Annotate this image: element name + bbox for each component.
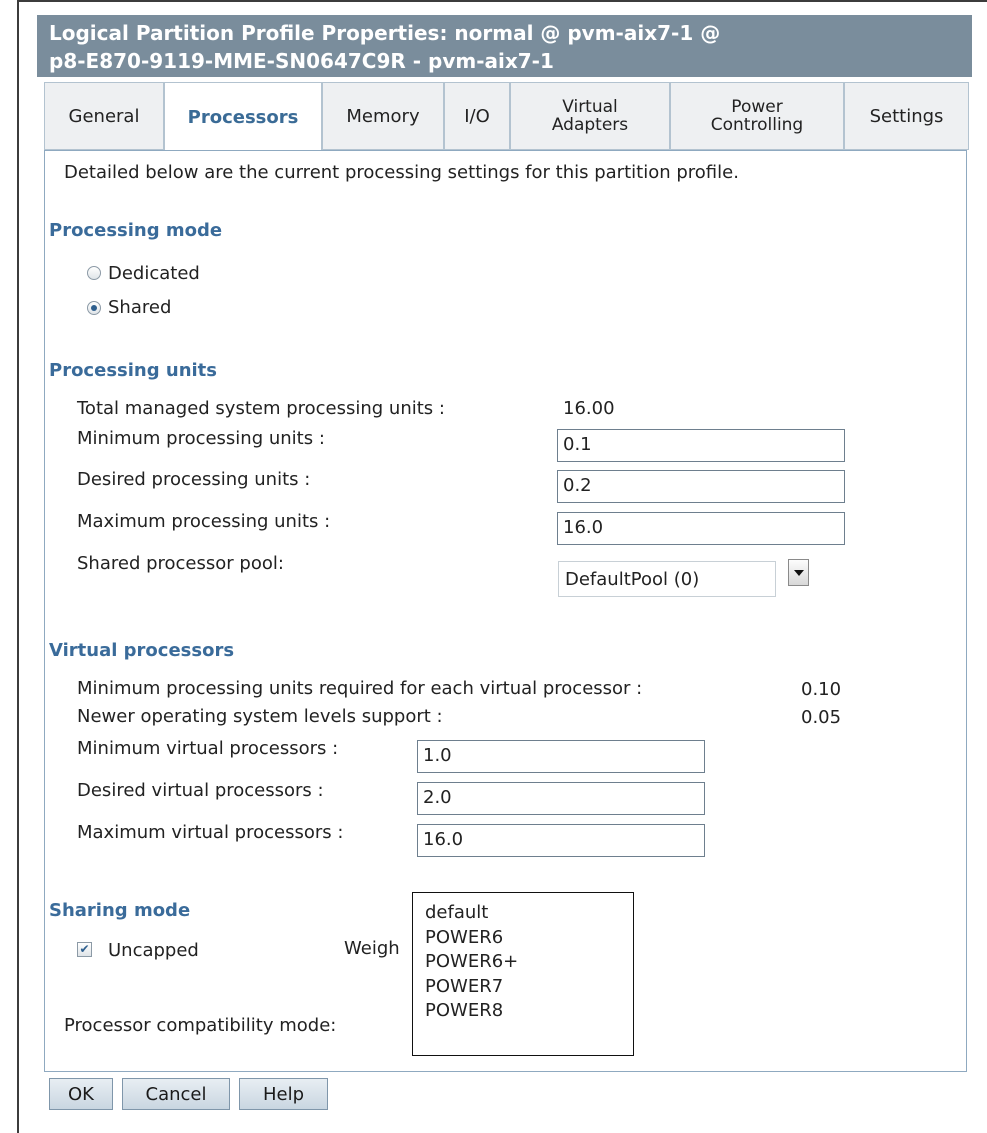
minimum-processing-units-label: Minimum processing units : — [77, 428, 325, 449]
processing-units-heading: Processing units — [49, 360, 217, 381]
tab-memory[interactable]: Memory — [322, 82, 444, 150]
min-units-per-vp-value: 0.10 — [801, 679, 842, 700]
min-units-per-vp-label: Minimum processing units required for ea… — [77, 678, 643, 699]
tab-strip: General Processors Memory I/O Virtual Ad… — [44, 82, 969, 152]
maximum-processing-units-label: Maximum processing units : — [77, 511, 331, 532]
total-processing-units-label: Total managed system processing units : — [77, 398, 445, 419]
tab-power-controlling-label-1: Power — [731, 97, 783, 117]
compatibility-option-default[interactable]: default — [425, 901, 633, 926]
tab-io-label: I/O — [464, 105, 490, 127]
dedicated-label: Dedicated — [108, 263, 200, 284]
virtual-processors-heading: Virtual processors — [49, 640, 235, 661]
minimum-virtual-processors-label: Minimum virtual processors : — [77, 738, 339, 759]
shared-radio[interactable] — [87, 301, 101, 315]
tab-power-controlling-label-2: Controlling — [710, 115, 804, 135]
dialog-title-line-1: Logical Partition Profile Properties: no… — [49, 21, 721, 45]
compatibility-option-power6-plus[interactable]: POWER6+ — [425, 950, 633, 975]
processing-mode-heading: Processing mode — [49, 220, 223, 241]
desired-processing-units-input[interactable]: 0.2 — [557, 470, 845, 503]
window-left-border — [17, 0, 19, 1133]
newer-os-support-value: 0.05 — [801, 707, 842, 728]
maximum-virtual-processors-label: Maximum virtual processors : — [77, 822, 344, 843]
processor-compatibility-mode-label: Processor compatibility mode: — [64, 1015, 337, 1036]
tab-general-label: General — [68, 105, 140, 127]
minimum-virtual-processors-input[interactable]: 1.0 — [417, 740, 705, 773]
desired-virtual-processors-input[interactable]: 2.0 — [417, 782, 705, 815]
tab-virtual-adapters[interactable]: Virtual Adapters — [510, 82, 670, 150]
tab-io[interactable]: I/O — [444, 82, 510, 150]
tab-virtual-adapters-label-2: Adapters — [551, 115, 629, 135]
chevron-down-icon[interactable] — [788, 559, 809, 586]
tab-power-controlling[interactable]: Power Controlling — [670, 82, 844, 150]
sharing-mode-heading: Sharing mode — [49, 900, 191, 921]
tab-settings[interactable]: Settings — [844, 82, 969, 150]
shared-processor-pool-select[interactable]: DefaultPool (0) — [558, 561, 776, 597]
shared-processor-pool-label: Shared processor pool: — [77, 553, 284, 574]
help-button[interactable]: Help — [239, 1078, 328, 1110]
desired-virtual-processors-label: Desired virtual processors : — [77, 780, 324, 801]
uncapped-label: Uncapped — [108, 940, 199, 961]
cancel-button[interactable]: Cancel — [122, 1078, 230, 1110]
total-processing-units-value: 16.00 — [563, 398, 615, 419]
compatibility-option-power7[interactable]: POWER7 — [425, 975, 633, 1000]
maximum-processing-units-input[interactable]: 16.0 — [557, 512, 845, 545]
minimum-processing-units-input[interactable]: 0.1 — [557, 429, 845, 462]
processor-compatibility-dropdown-list: default POWER6 POWER6+ POWER7 POWER8 — [412, 892, 634, 1056]
tab-memory-label: Memory — [346, 105, 420, 127]
dialog-title-line-2: p8-E870-9119-MME-SN0647C9R - pvm-aix7-1 — [49, 49, 554, 73]
shared-label: Shared — [108, 297, 172, 318]
dialog-title-bar: Logical Partition Profile Properties: no… — [37, 15, 972, 77]
compatibility-option-power6[interactable]: POWER6 — [425, 926, 633, 951]
intro-text: Detailed below are the current processin… — [64, 162, 739, 183]
window-top-border — [17, 0, 987, 2]
ok-button[interactable]: OK — [49, 1078, 113, 1110]
tab-virtual-adapters-label-1: Virtual — [562, 97, 618, 117]
maximum-virtual-processors-input[interactable]: 16.0 — [417, 824, 705, 857]
weight-label: Weigh — [344, 938, 400, 959]
compatibility-option-power8[interactable]: POWER8 — [425, 999, 633, 1024]
tab-processors-label: Processors — [187, 106, 299, 128]
uncapped-checkbox[interactable]: ✔ — [77, 942, 92, 957]
tab-general[interactable]: General — [44, 82, 164, 150]
tab-settings-label: Settings — [869, 105, 944, 127]
tab-processors[interactable]: Processors — [164, 82, 322, 152]
dedicated-radio[interactable] — [87, 266, 101, 280]
desired-processing-units-label: Desired processing units : — [77, 469, 311, 490]
newer-os-support-label: Newer operating system levels support : — [77, 706, 443, 727]
